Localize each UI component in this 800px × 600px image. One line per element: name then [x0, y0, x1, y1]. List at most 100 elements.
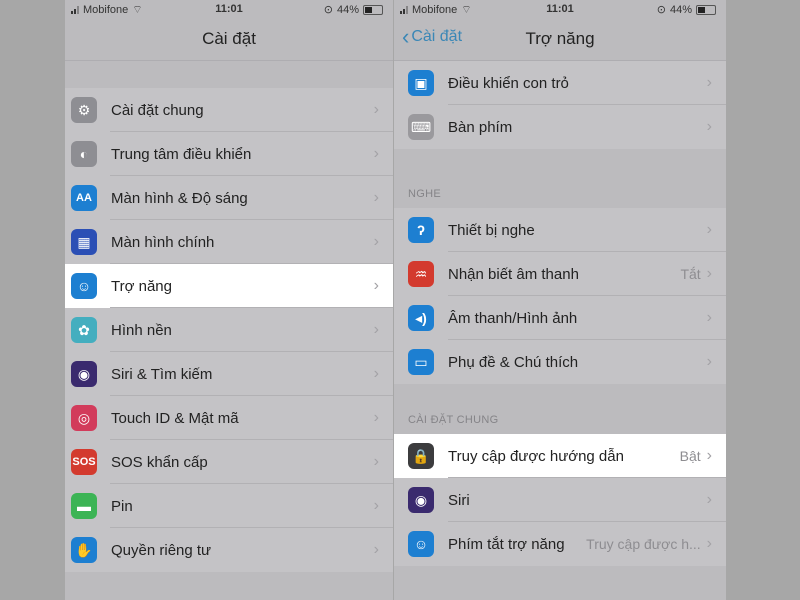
list-item[interactable]: ⌨ Bàn phím ›	[394, 105, 726, 149]
lock-icon: 🔒	[408, 443, 434, 469]
item-label: Trung tâm điều khiển	[111, 145, 252, 163]
accessibility-icon: ☺	[71, 273, 97, 299]
section-header-general: CÀI ĐẶT CHUNG	[408, 414, 499, 426]
item-label: Thiết bị nghe	[448, 221, 535, 239]
list-item[interactable]: ⚙ Cài đặt chung ›	[65, 88, 393, 132]
item-label: Màn hình & Độ sáng	[111, 189, 248, 207]
general-list: 🔒 Truy cập được hướng dẫn Bật › ◉ Siri › ☺ Phím …	[394, 434, 726, 566]
item-value: Truy cập được h...	[586, 536, 701, 552]
chevron-right-icon: ›	[373, 321, 379, 338]
item-label: Trợ năng	[111, 277, 172, 295]
chevron-right-icon: ›	[373, 189, 379, 206]
chevron-right-icon: ›	[373, 101, 379, 118]
section-header-hearing: NGHE	[408, 188, 441, 200]
item-label: Nhận biết âm thanh	[448, 265, 579, 283]
audio-visual-icon: ◂)	[408, 305, 434, 331]
nav-bar: Cài đặt	[65, 20, 393, 61]
item-label: Âm thanh/Hình ảnh	[448, 309, 578, 327]
siri-icon: ◉	[408, 487, 434, 513]
item-label: Siri & Tìm kiếm	[111, 365, 213, 383]
sound-recognition-icon: ♒	[408, 261, 434, 287]
list-item[interactable]: ◉ Siri ›	[394, 478, 726, 522]
battery-icon	[696, 4, 716, 15]
home-grid-icon: ▦	[71, 229, 97, 255]
item-label: Màn hình chính	[111, 233, 215, 251]
item-label: Phụ đề & Chú thích	[448, 353, 579, 371]
siri-icon: ◉	[71, 361, 97, 387]
list-item[interactable]: ☺ Phím tắt trợ năng Truy cập được h... ›	[394, 522, 726, 566]
list-item[interactable]: ◂) Âm thanh/Hình ảnh ›	[394, 296, 726, 340]
accessibility-icon: ☺	[408, 531, 434, 557]
chevron-right-icon: ›	[373, 365, 379, 382]
item-label: Bàn phím	[448, 118, 513, 136]
item-label: Cài đặt chung	[111, 101, 204, 119]
battery-icon	[363, 4, 383, 15]
chevron-right-icon: ›	[373, 233, 379, 250]
hand-icon: ✋	[71, 537, 97, 563]
pointer-control-icon: ▣	[408, 70, 434, 96]
item-label: Hình nền	[111, 321, 172, 339]
item-label: Pin	[111, 497, 133, 515]
item-label: Phím tắt trợ năng	[448, 535, 565, 553]
chevron-right-icon: ›	[373, 541, 379, 558]
chevron-right-icon: ›	[706, 118, 712, 135]
sos-icon: SOS	[71, 449, 97, 475]
chevron-right-icon: ›	[706, 353, 712, 370]
toggles-icon: ◐	[71, 141, 97, 167]
list-item[interactable]: ʔ Thiết bị nghe ›	[394, 208, 726, 252]
gear-icon: ⚙	[71, 97, 97, 123]
item-label: Quyền riêng tư	[111, 541, 212, 559]
battery-icon: ▬	[71, 493, 97, 519]
item-label: SOS khẩn cấp	[111, 453, 208, 471]
list-item[interactable]: ♒ Nhận biết âm thanh Tắt ›	[394, 252, 726, 296]
battery-percent: 44%	[669, 3, 692, 16]
list-item[interactable]: ✋ Quyền riêng tư ›	[65, 528, 393, 572]
list-item[interactable]: ◐ Trung tâm điều khiển ›	[65, 132, 393, 176]
chevron-right-icon: ›	[373, 497, 379, 514]
chevron-right-icon: ›	[373, 453, 379, 470]
nav-bar: ‹ Cài đặt Trợ năng	[394, 20, 726, 61]
subtitles-icon: ▭	[408, 349, 434, 375]
list-item[interactable]: 🔒 Truy cập được hướng dẫn Bật ›	[394, 434, 726, 478]
chevron-right-icon: ›	[706, 309, 712, 326]
list-item[interactable]: ▭ Phụ đề & Chú thích ›	[394, 340, 726, 384]
item-label: Touch ID & Mật mã	[111, 409, 239, 427]
chevron-right-icon: ›	[373, 277, 379, 294]
list-item[interactable]: ▬ Pin ›	[65, 484, 393, 528]
list-item[interactable]: ▣ Điều khiển con trỏ ›	[394, 61, 726, 105]
keyboard-icon: ⌨	[408, 114, 434, 140]
chevron-right-icon: ›	[706, 74, 712, 91]
chevron-right-icon: ›	[706, 491, 712, 508]
item-value: Bật	[679, 448, 701, 464]
chevron-right-icon: ›	[373, 145, 379, 162]
hearing-list: ʔ Thiết bị nghe › ♒ Nhận biết âm thanh Tắt › ◂)…	[394, 208, 726, 384]
settings-list: ⚙ Cài đặt chung › ◐ Trung tâm điều khiển › AA M…	[65, 88, 393, 572]
page-title: Cài đặt	[202, 29, 256, 48]
list-item[interactable]: AA Màn hình & Độ sáng ›	[65, 176, 393, 220]
settings-screen: Mobifone ⌔ 11:01 ⊙ 44% Cài đặt ⚙ Cài đặt …	[65, 0, 393, 600]
wallpaper-flower-icon: ✿	[71, 317, 97, 343]
item-label: Điều khiển con trỏ	[448, 74, 569, 92]
status-bar: Mobifone ⌔ 11:01 ⊙ 44%	[65, 0, 393, 20]
list-item[interactable]: SOS SOS khẩn cấp ›	[65, 440, 393, 484]
list-item[interactable]: ☺ Trợ năng ›	[65, 264, 393, 308]
chevron-right-icon: ›	[706, 221, 712, 238]
ear-icon: ʔ	[408, 217, 434, 243]
fingerprint-icon: ◎	[71, 405, 97, 431]
page-title: Trợ năng	[525, 29, 595, 48]
chevron-right-icon: ›	[373, 409, 379, 426]
list-item[interactable]: ◉ Siri & Tìm kiếm ›	[65, 352, 393, 396]
chevron-right-icon: ›	[706, 447, 712, 464]
list-item[interactable]: ◎ Touch ID & Mật mã ›	[65, 396, 393, 440]
text-size-icon: AA	[71, 185, 97, 211]
list-item[interactable]: ▦ Màn hình chính ›	[65, 220, 393, 264]
accessibility-screen: Mobifone ⌔ 11:01 ⊙ 44% ‹ Cài đặt Trợ năn…	[394, 0, 726, 600]
chevron-right-icon: ›	[706, 265, 712, 282]
item-value: Tắt	[680, 266, 701, 282]
rotation-lock-icon: ⊙	[323, 4, 333, 16]
battery-percent: 44%	[336, 3, 359, 16]
chevron-right-icon: ›	[706, 535, 712, 552]
list-item[interactable]: ✿ Hình nền ›	[65, 308, 393, 352]
item-label: Truy cập được hướng dẫn	[448, 447, 624, 465]
interaction-list: ▣ Điều khiển con trỏ › ⌨ Bàn phím ›	[394, 61, 726, 149]
